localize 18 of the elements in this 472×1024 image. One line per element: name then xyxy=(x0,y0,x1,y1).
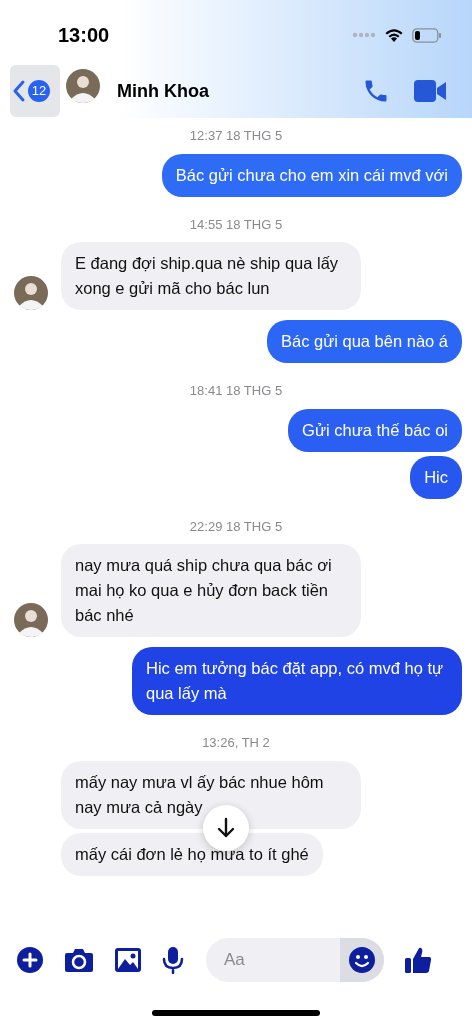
contact-name[interactable]: Minh Khoa xyxy=(117,77,362,105)
back-button[interactable]: 12 xyxy=(10,65,60,117)
timestamp: 13:26, TH 2 xyxy=(202,734,270,752)
received-message: mấy cái đơn lẻ họ mưa to ít ghé xyxy=(61,832,323,876)
received-message: E đang đợi ship.qua nè ship qua lấy xong e gửi mã cho bác lun xyxy=(61,242,361,310)
timestamp: 14:55 18 THG 5 xyxy=(189,215,283,234)
received-message: mấy nay mưa vl ấy bác nhue hôm nay mưa cả ngày xyxy=(61,760,361,829)
sent-message: Hic xyxy=(410,455,462,499)
timestamp: 18:41 18 THG 5 xyxy=(189,382,283,400)
received-message: nay mưa quá ship chưa qua bác ơi mai họ ko qua e hủy đơn back tiền bác nhé xyxy=(61,544,361,637)
sent-message: Hic em tưởng bác đặt app, có mvđ họ tự qua lấy mà xyxy=(132,647,462,715)
sent-message: Bác gửi chưa cho em xin cái mvđ với xyxy=(161,153,462,197)
sent-message: Bác gửi qua bên nào á xyxy=(267,320,462,363)
sent-message: Gửi chưa thế bác oi xyxy=(288,408,462,452)
timestamp: 22:29 18 THG 5 xyxy=(189,517,283,536)
status-time: 13:00 xyxy=(58,23,110,48)
timestamp: 12:37 18 THG 5 xyxy=(189,127,283,145)
unread-badge: 12 xyxy=(28,80,50,102)
